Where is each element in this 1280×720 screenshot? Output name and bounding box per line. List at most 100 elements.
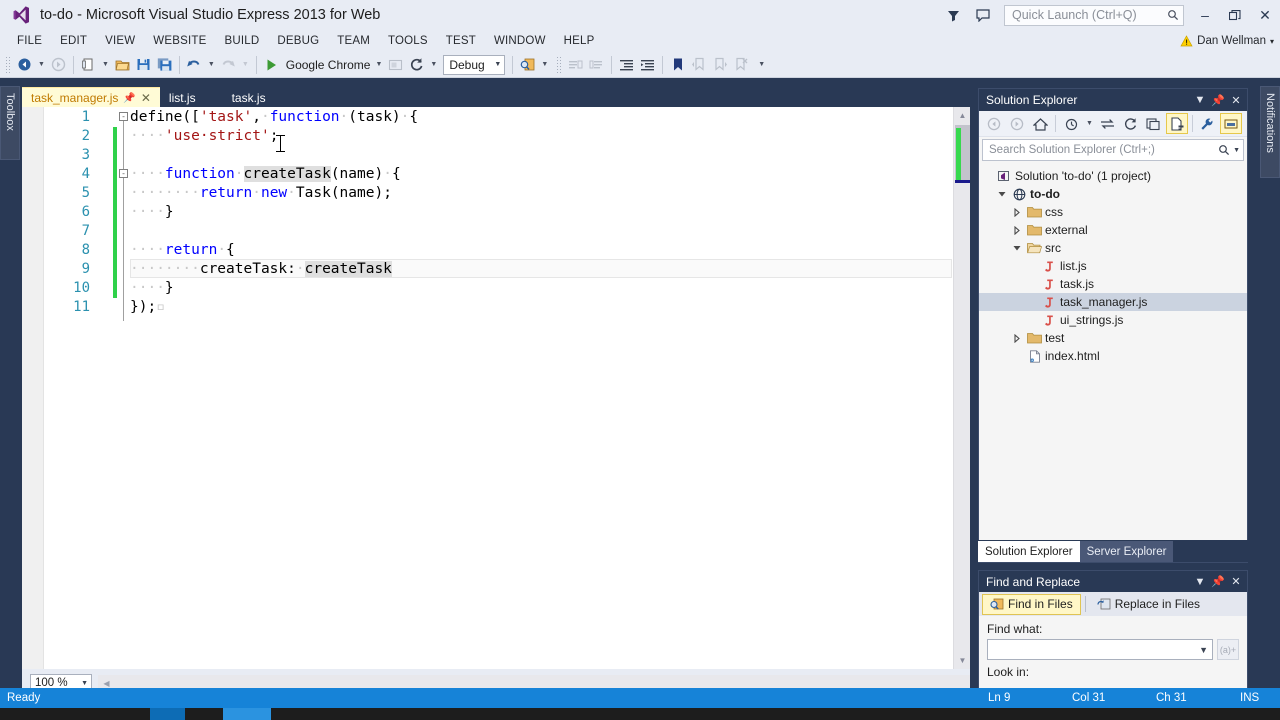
tree-item-test[interactable]: test: [979, 329, 1247, 347]
code-line[interactable]: 8 ····return·{: [22, 241, 970, 260]
navigate-back-caret-icon[interactable]: ▼: [35, 61, 48, 68]
tab-find-in-files[interactable]: Find in Files: [982, 593, 1081, 615]
menu-window[interactable]: WINDOW: [485, 32, 555, 50]
menu-tools[interactable]: TOOLS: [379, 32, 437, 50]
save-all-icon[interactable]: [154, 54, 175, 76]
home-icon[interactable]: [1029, 113, 1051, 134]
find-in-files-icon[interactable]: [517, 54, 538, 76]
solution-explorer-tree[interactable]: Solution 'to-do' (1 project) to-do css exte…: [979, 163, 1247, 365]
user-caret-icon[interactable]: ▾: [1270, 37, 1274, 46]
tab-replace-in-files[interactable]: Replace in Files: [1090, 594, 1207, 615]
preview-selected-items-icon[interactable]: [1219, 113, 1242, 134]
code-line[interactable]: 5 ········return·new·Task(name);: [22, 184, 970, 203]
close-icon[interactable]: ✕: [141, 91, 151, 105]
tree-item-external[interactable]: external: [979, 221, 1247, 239]
code-line[interactable]: 10 ····}: [22, 279, 970, 298]
new-item-icon[interactable]: [78, 54, 99, 76]
menu-view[interactable]: VIEW: [96, 32, 144, 50]
tree-item-task-js[interactable]: task.js: [979, 275, 1247, 293]
search-icon[interactable]: [1218, 144, 1230, 156]
chevron-down-icon[interactable]: ▼: [1191, 94, 1209, 106]
collapse-chevron-icon[interactable]: [998, 190, 1011, 198]
collapse-all-icon[interactable]: [1143, 113, 1165, 134]
scroll-left-button[interactable]: ◀: [98, 679, 115, 688]
start-debugging-play-icon[interactable]: [261, 54, 282, 76]
expand-chevron-icon[interactable]: [1013, 207, 1026, 217]
editor-tab-list[interactable]: list.js: [160, 88, 205, 108]
close-icon[interactable]: ✕: [1227, 575, 1245, 588]
bookmark-icon[interactable]: [667, 54, 688, 76]
search-options-caret-icon[interactable]: ▼: [1230, 147, 1240, 154]
code-line[interactable]: 1- define(['task',·function·(task)·{: [22, 108, 970, 127]
quick-launch-input[interactable]: Quick Launch (Ctrl+Q): [1004, 4, 1184, 26]
pending-changes-icon[interactable]: [1060, 113, 1082, 134]
start-debug-caret-icon[interactable]: ▼: [372, 61, 385, 68]
code-line[interactable]: 6 ····}: [22, 203, 970, 222]
tree-item-index-html[interactable]: index.html: [979, 347, 1247, 365]
start-debug-target-label[interactable]: Google Chrome: [282, 58, 373, 72]
close-button[interactable]: ✕: [1250, 0, 1280, 30]
open-file-icon[interactable]: [112, 54, 133, 76]
scroll-up-button[interactable]: ▲: [954, 107, 970, 124]
menu-file[interactable]: FILE: [8, 32, 51, 50]
expand-chevron-icon[interactable]: [1013, 225, 1026, 235]
tree-item-task-manager-js[interactable]: task_manager.js: [979, 293, 1247, 311]
undo-caret-icon[interactable]: ▼: [205, 61, 218, 68]
tab-solution-explorer[interactable]: Solution Explorer: [978, 541, 1080, 562]
code-line[interactable]: 9 ········createTask:·createTask: [22, 260, 970, 279]
comment-icon[interactable]: [968, 0, 998, 30]
save-icon[interactable]: [133, 54, 154, 76]
code-line[interactable]: 2 ····'use·strict';: [22, 127, 970, 146]
expand-chevron-icon[interactable]: [1013, 333, 1026, 343]
fold-toggle-icon[interactable]: -: [119, 169, 128, 178]
close-icon[interactable]: ✕: [1227, 94, 1245, 107]
tree-item-list-js[interactable]: list.js: [979, 257, 1247, 275]
refresh-icon[interactable]: [1120, 113, 1142, 134]
properties-icon[interactable]: [1197, 113, 1219, 134]
user-account-area[interactable]: Dan Wellman ▾: [1180, 30, 1274, 52]
tree-item-to-do[interactable]: to-do: [979, 185, 1247, 203]
toolbar-overflow-icon[interactable]: ▼: [755, 61, 768, 68]
chevron-down-icon[interactable]: ▼: [1191, 576, 1209, 588]
refresh-caret-icon[interactable]: ▼: [427, 61, 440, 68]
toolbar-grip[interactable]: [556, 55, 564, 74]
solution-explorer-search-input[interactable]: Search Solution Explorer (Ctrl+;) ▼: [982, 139, 1244, 161]
feedback-funnel-icon[interactable]: [938, 0, 968, 30]
pin-icon[interactable]: 📌: [123, 93, 135, 104]
maximize-button[interactable]: [1220, 0, 1250, 30]
navigate-back-icon[interactable]: [14, 54, 35, 76]
sync-with-active-document-icon[interactable]: [1097, 113, 1119, 134]
tree-item-css[interactable]: css: [979, 203, 1247, 221]
pin-icon[interactable]: 📌: [1209, 575, 1227, 588]
code-line[interactable]: 11});▫: [22, 298, 970, 317]
menu-build[interactable]: BUILD: [215, 32, 268, 50]
undo-icon[interactable]: [184, 54, 205, 76]
fold-toggle-icon[interactable]: -: [119, 112, 128, 121]
minimize-button[interactable]: –: [1190, 0, 1220, 30]
decrease-indent-icon[interactable]: [616, 54, 637, 76]
scroll-down-button[interactable]: ▼: [954, 652, 970, 669]
pending-changes-caret-icon[interactable]: ▼: [1083, 120, 1096, 127]
menu-edit[interactable]: EDIT: [51, 32, 96, 50]
toolbox-dock-tab[interactable]: Toolbox: [0, 86, 20, 160]
code-line[interactable]: 3: [22, 146, 970, 165]
menu-team[interactable]: TEAM: [328, 32, 379, 50]
editor-vertical-scrollbar[interactable]: ▲ ▼: [953, 107, 970, 669]
code-line[interactable]: 7: [22, 222, 970, 241]
editor-tab-task[interactable]: task.js: [223, 88, 275, 108]
increase-indent-icon[interactable]: [637, 54, 658, 76]
use-regular-expressions-button[interactable]: (a)+: [1217, 639, 1239, 660]
menu-debug[interactable]: DEBUG: [268, 32, 328, 50]
toolbar-grip[interactable]: [5, 55, 12, 74]
tree-item-solution-to-do-1-project-[interactable]: Solution 'to-do' (1 project): [979, 167, 1247, 185]
pin-icon[interactable]: 📌: [1209, 94, 1227, 107]
find-overflow-caret-icon[interactable]: ▼: [538, 61, 551, 68]
refresh-linked-icon[interactable]: [406, 54, 427, 76]
tree-item-src[interactable]: src: [979, 239, 1247, 257]
code-line[interactable]: 4- ····function·createTask(name)·{: [22, 165, 970, 184]
collapse-chevron-icon[interactable]: [1013, 244, 1026, 252]
code-lines[interactable]: 1- define(['task',·function·(task)·{2 ····…: [22, 107, 970, 669]
menu-help[interactable]: HELP: [555, 32, 604, 50]
solution-configuration-combo[interactable]: Debug ▼: [443, 54, 506, 75]
menu-website[interactable]: WEBSITE: [144, 32, 215, 50]
